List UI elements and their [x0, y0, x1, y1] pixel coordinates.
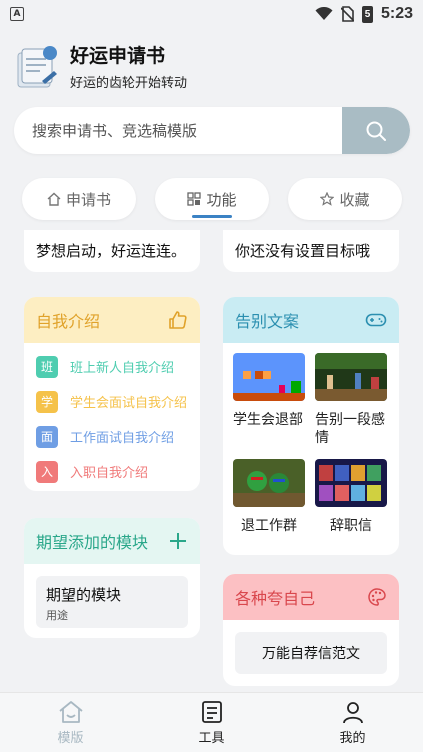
- tab-label: 申请书: [65, 190, 111, 209]
- intro-label: 班上新人自我介绍: [70, 361, 175, 376]
- plus-icon[interactable]: [168, 531, 188, 551]
- farewell-header[interactable]: 告别文案: [223, 297, 399, 343]
- bottom-nav: 模版 工具 我的: [0, 692, 423, 752]
- farewell-title: 告别文案: [235, 312, 300, 331]
- nav-mine[interactable]: 我的: [282, 693, 423, 752]
- goal-card-left[interactable]: 梦想启动，好运连连。: [24, 230, 200, 272]
- app-subtitle: 好运的齿轮开始转动: [70, 76, 188, 91]
- self-intro-card: 自我介绍 班 班上新人自我介绍 学 学生会面试自我介绍 面 工作面试自我介绍 入…: [24, 297, 200, 491]
- farewell-label: 退工作群: [241, 518, 297, 534]
- wish-module-subtitle: 用途: [46, 609, 68, 622]
- intro-label: 入职自我介绍: [70, 466, 149, 481]
- self-intro-title: 自我介绍: [36, 312, 101, 331]
- tab-label: 功能: [206, 190, 237, 209]
- intro-item[interactable]: 面 工作面试自我介绍: [24, 419, 200, 454]
- intro-label: 学生会面试自我介绍: [70, 396, 188, 411]
- status-bar: A 5 5:23: [0, 0, 423, 28]
- goal-text: 梦想启动，好运连连。: [36, 242, 187, 260]
- game-thumbnail: [233, 459, 305, 507]
- search-input[interactable]: [14, 107, 342, 154]
- nav-label: 我的: [339, 730, 366, 746]
- gamepad-icon: [365, 313, 387, 327]
- game-thumbnail: [315, 353, 387, 401]
- self-intro-header[interactable]: 自我介绍: [24, 297, 200, 343]
- intro-badge: 学: [36, 390, 58, 413]
- farewell-item[interactable]: 退工作群: [233, 459, 315, 535]
- wish-modules-header[interactable]: 期望添加的模块: [24, 518, 200, 564]
- wish-modules-card: 期望添加的模块 期望的模块 用途: [24, 518, 200, 638]
- game-thumbnail: [233, 353, 305, 401]
- status-time: 5:23: [380, 5, 413, 22]
- tab-label: 收藏: [339, 190, 370, 209]
- thumbs-up-icon: [169, 311, 187, 329]
- star-icon: [320, 192, 335, 206]
- farewell-item[interactable]: 辞职信: [315, 459, 397, 535]
- praise-item[interactable]: 万能自荐信范文: [235, 632, 387, 674]
- app-logo: [12, 41, 62, 91]
- farewell-label: 告别一段感情: [315, 412, 385, 446]
- intro-badge: 班: [36, 355, 58, 378]
- farewell-label: 学生会退部: [233, 412, 303, 428]
- house-icon: [58, 700, 83, 723]
- goal-card-right[interactable]: 你还没有设置目标哦: [223, 230, 399, 272]
- nav-tools[interactable]: 工具: [141, 693, 282, 752]
- nav-templates[interactable]: 模版: [0, 693, 141, 752]
- tab-active-indicator: [192, 215, 232, 218]
- farewell-item[interactable]: 学生会退部: [233, 353, 315, 447]
- tab-functions[interactable]: 功能: [155, 178, 269, 220]
- app-header: 好运申请书 好运的齿轮开始转动: [12, 38, 412, 94]
- intro-label: 工作面试自我介绍: [70, 431, 175, 446]
- nav-label: 工具: [198, 730, 225, 746]
- battery-icon: 5: [361, 5, 373, 23]
- search-button[interactable]: [342, 107, 410, 154]
- app-title: 好运申请书: [70, 45, 166, 67]
- wifi-icon: [315, 7, 333, 20]
- app-indicator-icon: A: [10, 7, 24, 21]
- goal-text: 你还没有设置目标哦: [235, 242, 371, 260]
- farewell-card: 告别文案 学生会退部 告别一段感情 退工作群 辞职信: [223, 297, 399, 555]
- praise-card: 各种夸自己 万能自荐信范文: [223, 574, 399, 686]
- intro-item[interactable]: 入 入职自我介绍: [24, 454, 200, 489]
- wish-module-title: 期望的模块: [46, 586, 122, 604]
- user-icon: [342, 701, 363, 723]
- tab-bar: 申请书 功能 收藏: [22, 178, 402, 220]
- intro-item[interactable]: 学 学生会面试自我介绍: [24, 384, 200, 419]
- intro-badge: 入: [36, 460, 58, 483]
- tab-favorites[interactable]: 收藏: [288, 178, 402, 220]
- wish-module-item[interactable]: 期望的模块 用途: [36, 576, 188, 628]
- grid-icon: [187, 192, 202, 206]
- praise-header[interactable]: 各种夸自己: [223, 574, 399, 620]
- no-sim-icon: [340, 6, 354, 22]
- nav-label: 模版: [57, 730, 84, 746]
- tab-applications[interactable]: 申请书: [22, 178, 136, 220]
- farewell-item[interactable]: 告别一段感情: [315, 353, 397, 447]
- palette-icon: [368, 588, 386, 606]
- farewell-label: 辞职信: [330, 518, 372, 534]
- search-icon: [366, 121, 386, 141]
- document-icon: [201, 700, 222, 723]
- search-bar: [14, 107, 410, 154]
- home-icon: [47, 192, 61, 206]
- wish-modules-title: 期望添加的模块: [36, 533, 149, 552]
- praise-title: 各种夸自己: [235, 589, 316, 608]
- game-thumbnail: [315, 459, 387, 507]
- intro-badge: 面: [36, 425, 58, 448]
- intro-item[interactable]: 班 班上新人自我介绍: [24, 349, 200, 384]
